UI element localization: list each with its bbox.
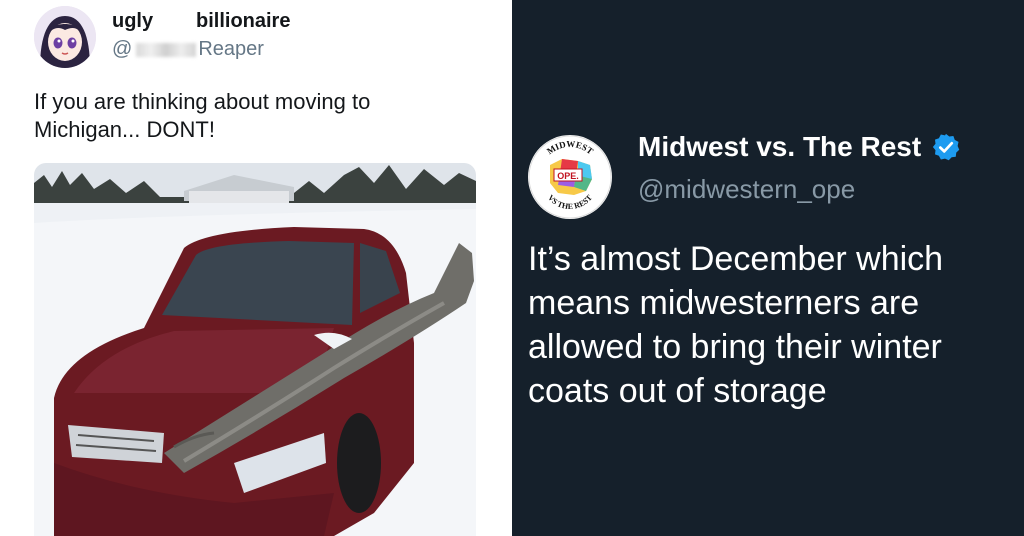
verified-badge-icon [931, 132, 961, 162]
display-name-text: Midwest vs. The Rest [638, 131, 922, 162]
display-name-second[interactable]: billionaire [196, 10, 290, 33]
display-name-first[interactable]: ugly [112, 10, 153, 33]
right-tweet-text: It’s almost December which means midwest… [528, 240, 944, 410]
tweet-photo[interactable] [34, 163, 476, 536]
right-avatar[interactable]: OPE. MIDWEST VS THE REST [528, 135, 612, 219]
right-handle[interactable]: @midwestern_ope [638, 174, 855, 205]
left-handle[interactable]: @ Reaper [112, 38, 264, 61]
left-tweet-card: ugly billionaire @ Reaper If you are thi… [0, 0, 508, 536]
handle-redaction [136, 42, 197, 57]
midwest-vs-rest-logo-icon: OPE. MIDWEST VS THE REST [528, 135, 612, 219]
left-avatar[interactable] [34, 6, 96, 68]
left-tweet-text: If you are thinking about moving to Mich… [34, 89, 371, 142]
car-fish-photo-icon [34, 163, 476, 536]
anime-avatar-icon [34, 6, 96, 68]
right-display-name[interactable]: Midwest vs. The Rest [638, 131, 961, 163]
right-tweet-card: OPE. MIDWEST VS THE REST Midwest vs. The… [512, 0, 1024, 536]
handle-at: @ [112, 38, 133, 60]
handle-visible-part: Reaper [198, 38, 264, 60]
logo-center-text: OPE. [557, 171, 579, 181]
